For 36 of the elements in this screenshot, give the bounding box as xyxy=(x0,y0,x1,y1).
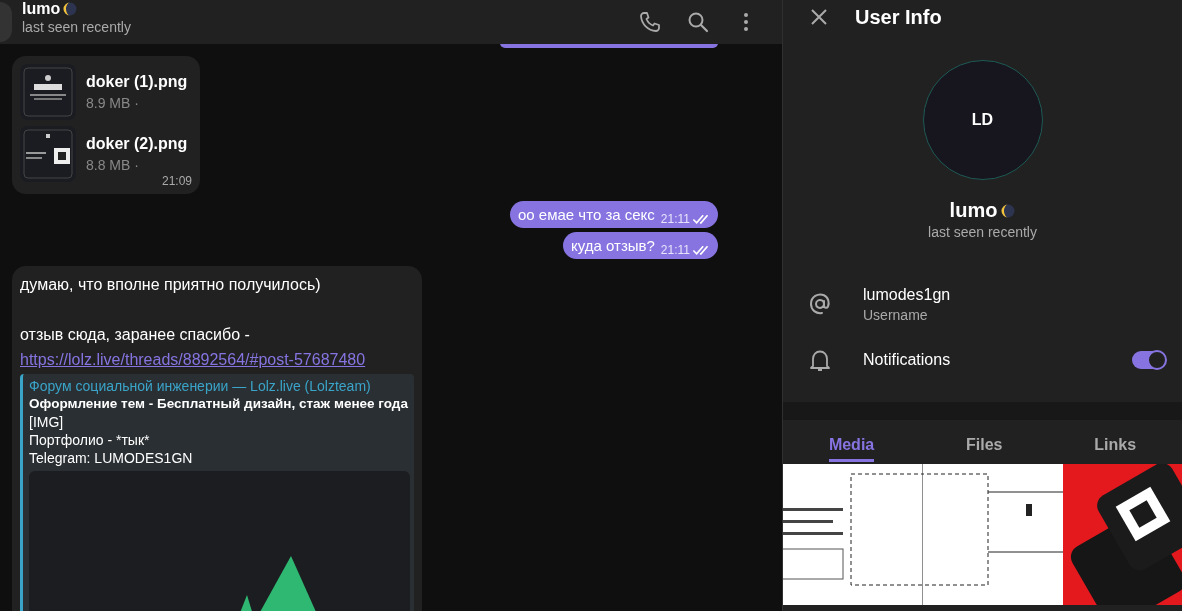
preview-text: Telegram: LUMODES1GN xyxy=(29,449,194,467)
link-preview[interactable]: Форум социальной инженерии — Lolz.live (Lolzteam) Оформление тем - Бесплатный дизайн, стаж менее года [IMG] Портфолио - *тык* Telegram: LUMODES1GN xyxy=(20,374,414,611)
profile-name: lumo xyxy=(949,199,998,222)
message-link[interactable]: https://lolz.live/threads/8892564/#post-57687480 xyxy=(20,351,366,368)
row-label: Notifications xyxy=(863,351,952,369)
contact-status: last seen recently xyxy=(22,18,132,36)
file-size: 8.8 MB · xyxy=(86,157,140,173)
preview-text: Портфолио - *тык* xyxy=(29,431,151,449)
message-text: думаю, что вполне приятно получилось) xyxy=(20,275,322,295)
avatar-logo-text: LD xyxy=(971,111,994,129)
moon-icon xyxy=(1001,203,1016,218)
message-text: отзыв сюда, заранее спасибо - xyxy=(20,325,251,345)
file-size: 8.9 MB · xyxy=(86,95,140,111)
notifications-toggle[interactable] xyxy=(1132,351,1166,369)
message-time: 21:11 xyxy=(660,243,690,257)
message-text: куда отзыв? xyxy=(571,237,655,254)
message-time: 21:09 xyxy=(161,174,192,188)
file-name[interactable]: doker (1).png xyxy=(86,73,188,91)
phone-icon[interactable] xyxy=(638,10,662,34)
tab[interactable]: Files xyxy=(966,420,1003,462)
profile-status: last seen recently xyxy=(928,224,1037,240)
contact-name: lumo xyxy=(22,0,61,18)
username-value: lumodes1gn xyxy=(863,285,952,304)
preview-title: Оформление тем - Бесплатный дизайн, стаж менее года xyxy=(29,395,409,413)
preview-text: [IMG] xyxy=(29,413,65,431)
tab[interactable]: Links xyxy=(1094,420,1137,462)
message-time: 21:11 xyxy=(660,212,690,226)
message-text: оо емае что за секс xyxy=(518,206,655,223)
panel-title: User Info xyxy=(855,5,942,29)
moon-icon xyxy=(63,2,78,16)
file-name[interactable]: doker (2).png xyxy=(86,135,188,153)
close-icon[interactable] xyxy=(809,7,829,27)
at-icon xyxy=(807,291,833,317)
row-label: Username xyxy=(863,306,929,323)
preview-site-name: Форум социальной инженерии — Lolz.live (Lolzteam) xyxy=(29,377,372,395)
search-icon[interactable] xyxy=(686,10,710,34)
